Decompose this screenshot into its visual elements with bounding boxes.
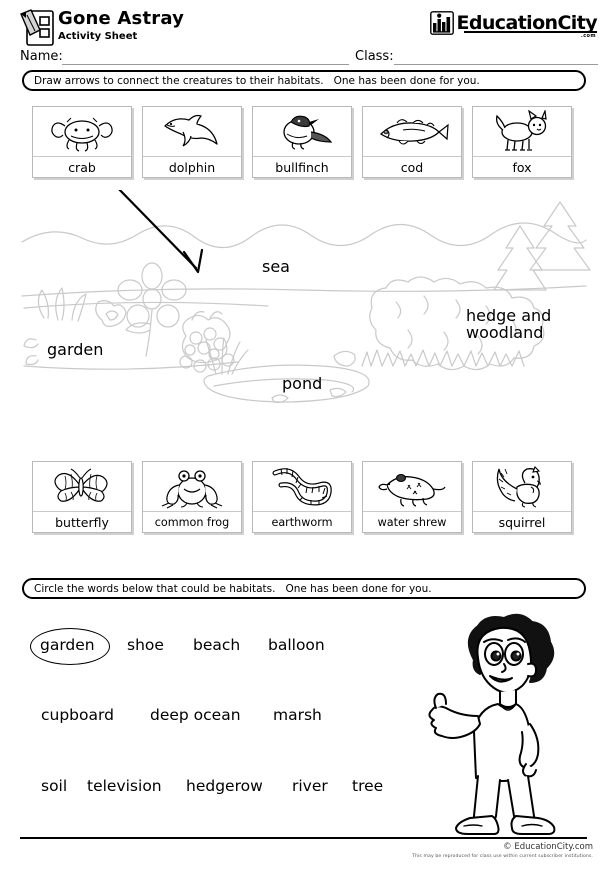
word-television[interactable]: television <box>87 777 162 795</box>
word-shoe[interactable]: shoe <box>127 636 164 654</box>
scene-label-pond: pond <box>282 374 323 393</box>
word-hedgerow[interactable]: hedgerow <box>186 777 263 795</box>
frog-icon <box>143 462 241 512</box>
earthworm-icon <box>253 462 351 512</box>
class-write-line[interactable] <box>394 64 598 65</box>
brand-name: EducationCity <box>456 11 598 34</box>
creature-card-earthworm[interactable]: earthworm <box>252 461 352 533</box>
footer-copyright: © EducationCity.com <box>503 842 593 852</box>
word-beach[interactable]: beach <box>193 636 240 654</box>
word-garden[interactable]: garden <box>40 636 95 654</box>
creature-row-top: crab dolphin bullfinch cod fox <box>0 106 607 184</box>
creature-card-water-shrew[interactable]: water shrew <box>362 461 462 533</box>
instruction-task-2: Circle the words below that could be hab… <box>22 578 586 599</box>
fox-icon <box>473 107 571 157</box>
creature-row-bottom: butterfly common frog earthworm water sh… <box>0 461 607 539</box>
creature-label: bullfinch <box>275 160 329 175</box>
footer-divider <box>20 837 587 839</box>
bullfinch-icon <box>253 107 351 157</box>
crab-icon <box>33 107 131 157</box>
word-tree[interactable]: tree <box>352 777 383 795</box>
creature-card-butterfly[interactable]: butterfly <box>32 461 132 533</box>
creature-card-squirrel[interactable]: squirrel <box>472 461 572 533</box>
pencil-clipboard-icon <box>18 8 56 48</box>
name-write-line[interactable] <box>62 64 349 65</box>
scene-label-sea: sea <box>262 257 290 276</box>
creature-label: earthworm <box>271 516 333 529</box>
creature-label: crab <box>68 160 96 175</box>
scene-label-garden: garden <box>47 340 104 359</box>
creature-card-common-frog[interactable]: common frog <box>142 461 242 533</box>
creature-label: squirrel <box>498 515 546 530</box>
scene-label-hedge: hedge and woodland <box>466 306 552 342</box>
creature-card-dolphin[interactable]: dolphin <box>142 106 242 178</box>
creature-label: fox <box>512 160 532 175</box>
cartoon-boy-thumbs-up-icon <box>412 612 592 837</box>
creature-card-crab[interactable]: crab <box>32 106 132 178</box>
page-subtitle: Activity Sheet <box>58 31 138 42</box>
name-label: Name: <box>20 49 63 64</box>
word-marsh[interactable]: marsh <box>273 706 322 724</box>
squirrel-icon <box>473 462 571 512</box>
creature-label: dolphin <box>168 160 216 175</box>
instruction-task-1: Draw arrows to connect the creatures to … <box>22 70 586 91</box>
creature-card-bullfinch[interactable]: bullfinch <box>252 106 352 178</box>
butterfly-icon <box>33 462 131 512</box>
creature-label: water shrew <box>377 516 447 529</box>
water-shrew-icon <box>363 462 461 512</box>
cityscape-icon <box>429 11 454 35</box>
answer-arrow <box>118 190 204 274</box>
dolphin-icon <box>143 107 241 157</box>
creature-card-fox[interactable]: fox <box>472 106 572 178</box>
word-river[interactable]: river <box>292 777 328 795</box>
cod-icon <box>363 107 461 157</box>
word-cupboard[interactable]: cupboard <box>41 706 114 724</box>
page-title: Gone Astray <box>58 8 185 29</box>
brand-underline <box>464 31 597 33</box>
brand-tld: .com <box>580 33 596 39</box>
word-deep-ocean[interactable]: deep ocean <box>150 706 241 724</box>
creature-label: cod <box>400 160 424 175</box>
word-soil[interactable]: soil <box>41 777 67 795</box>
footer-disclaimer: This may be reproduced for class use wit… <box>412 854 593 859</box>
creature-card-cod[interactable]: cod <box>362 106 462 178</box>
creature-label: butterfly <box>55 515 109 530</box>
creature-label: common frog <box>154 516 230 529</box>
worksheet-page: Gone Astray Activity Sheet EducationCity… <box>0 0 607 872</box>
word-balloon[interactable]: balloon <box>268 636 325 654</box>
class-label: Class: <box>355 49 394 64</box>
